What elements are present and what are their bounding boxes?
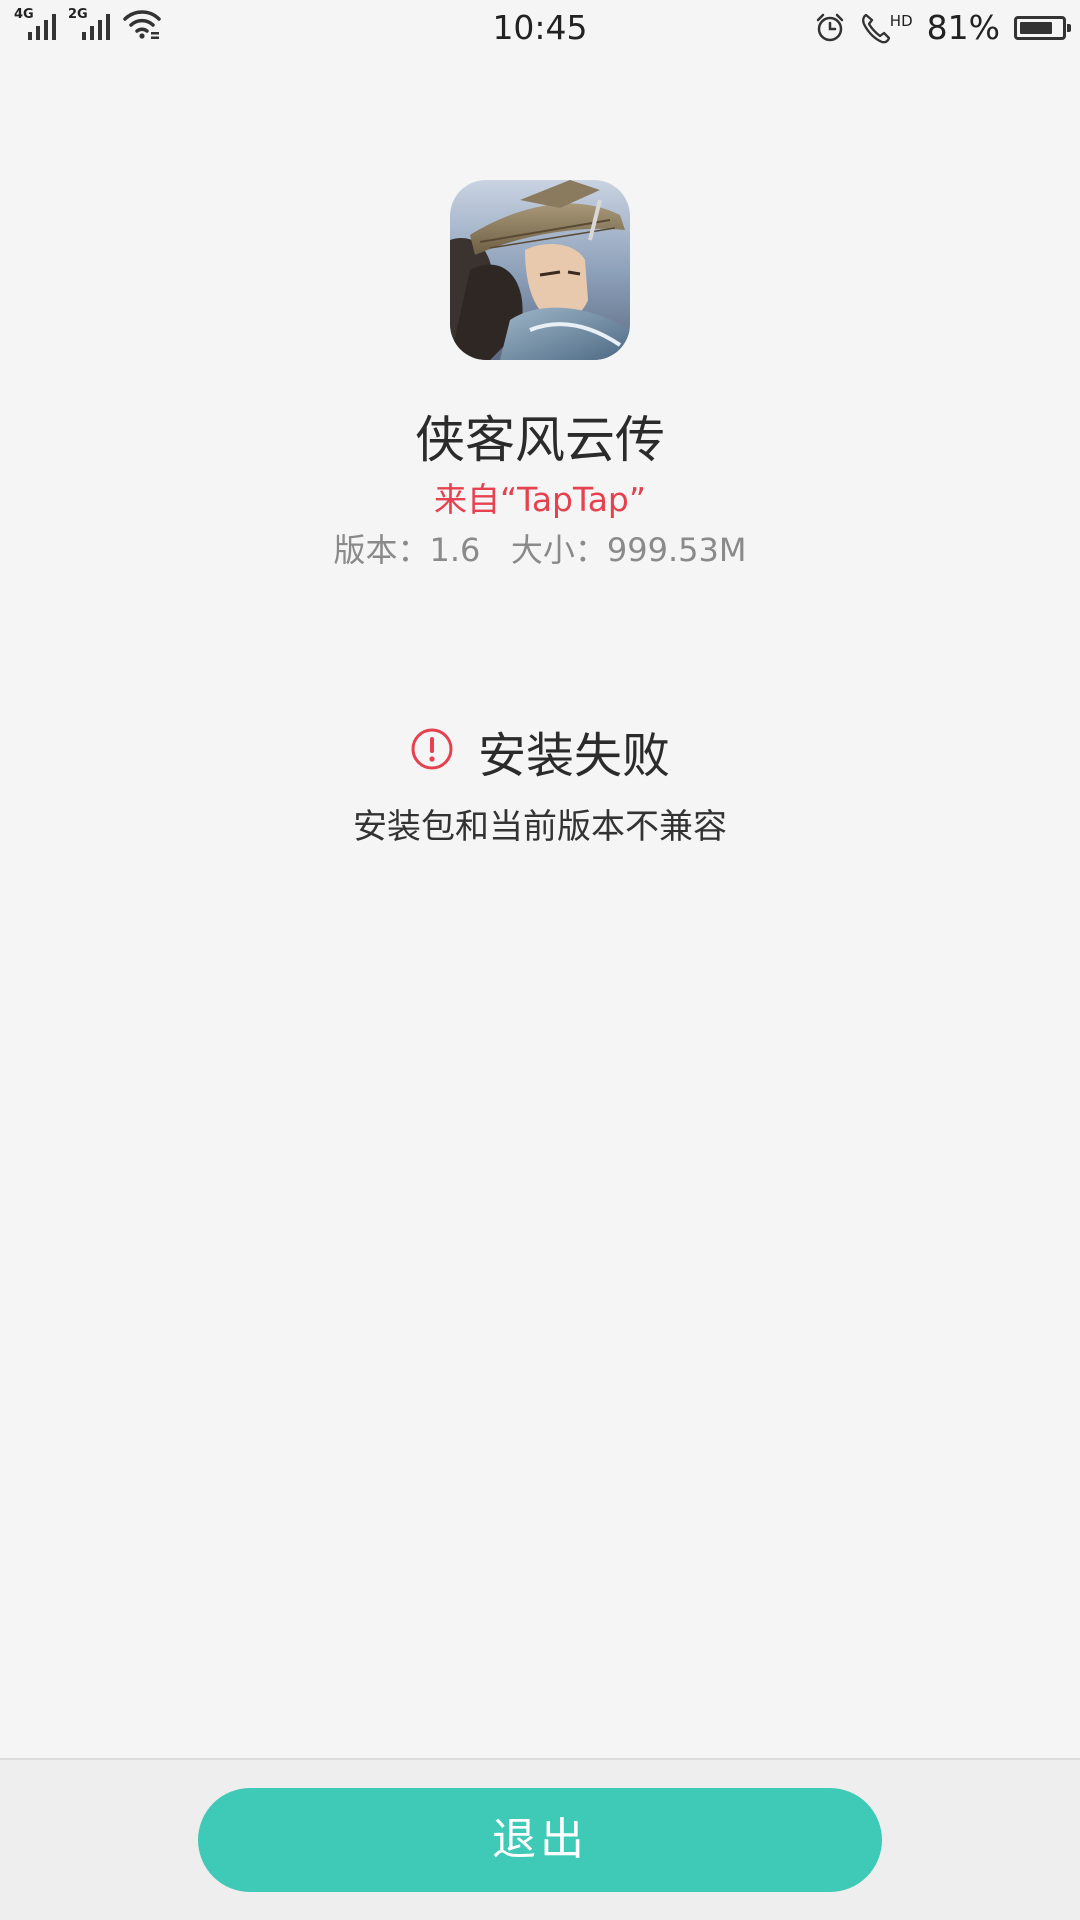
exit-button[interactable]: 退出 bbox=[198, 1788, 882, 1892]
result-title: 安装失败 bbox=[477, 728, 670, 784]
call-hd-icon: HD bbox=[860, 11, 913, 45]
app-meta: 版本：1.6 大小：999.53M bbox=[0, 530, 1080, 570]
install-result: 安装失败 bbox=[0, 718, 1080, 784]
alarm-icon bbox=[814, 12, 846, 44]
app-icon bbox=[450, 180, 630, 360]
battery-icon bbox=[1014, 16, 1071, 40]
install-result-screen: 4G 2G 10:45 HD 81% 侠客风云传 来自“TapTap” 版本：1… bbox=[0, 0, 1080, 1920]
app-size: 大小：999.53M bbox=[510, 531, 747, 569]
battery-percent: 81% bbox=[926, 8, 1000, 47]
app-source: 来自“TapTap” bbox=[434, 480, 646, 519]
bottom-action-bar: 退出 bbox=[0, 1758, 1080, 1920]
error-message: 安装包和当前版本不兼容 bbox=[353, 807, 727, 847]
app-version: 版本：1.6 bbox=[333, 531, 481, 569]
hd-label: HD bbox=[889, 12, 913, 30]
status-right: HD 81% bbox=[814, 8, 1071, 48]
status-bar: 4G 2G 10:45 HD 81% bbox=[0, 0, 1080, 56]
app-name: 侠客风云传 bbox=[415, 411, 665, 469]
battery-fill bbox=[1020, 22, 1052, 34]
warning-circle-icon bbox=[410, 727, 454, 775]
